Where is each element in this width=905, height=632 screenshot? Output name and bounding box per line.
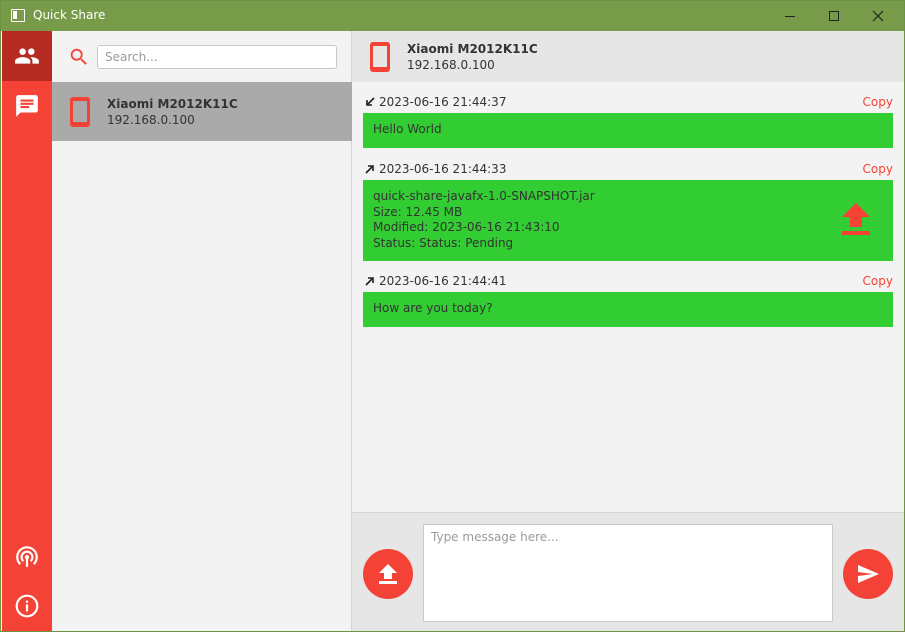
copy-link[interactable]: Copy (863, 274, 893, 288)
copy-link[interactable]: Copy (863, 95, 893, 109)
message-input[interactable] (423, 524, 833, 622)
message-composer (352, 512, 904, 631)
smartphone-icon (70, 97, 90, 127)
sidebar-item-messages[interactable] (2, 81, 52, 131)
minimize-icon (785, 15, 795, 17)
info-icon (15, 594, 39, 618)
search-icon[interactable] (68, 46, 90, 68)
maximize-icon (829, 11, 839, 21)
broadcast-icon (16, 546, 38, 567)
file-modified: Modified: 2023-06-16 21:43:10 (373, 220, 560, 234)
close-button[interactable] (855, 1, 901, 31)
search-input[interactable] (97, 45, 337, 69)
file-size: Size: 12.45 MB (373, 204, 463, 219)
device-name: Xiaomi M2012K11C (107, 97, 238, 111)
message-timestamp: 2023-06-16 21:44:37 (379, 95, 507, 109)
minimize-button[interactable] (767, 1, 813, 31)
sidebar-item-broadcast[interactable] (2, 531, 52, 581)
outgoing-arrow-icon (365, 165, 374, 174)
maximize-button[interactable] (811, 1, 857, 31)
close-icon (872, 10, 884, 22)
message-timestamp: 2023-06-16 21:44:41 (379, 274, 507, 288)
device-list-item[interactable]: Xiaomi M2012K11C 192.168.0.100 (52, 82, 352, 141)
message-meta: 2023-06-16 21:44:41 Copy (363, 274, 893, 290)
message-text: How are you today? (373, 301, 493, 315)
sidebar-item-about[interactable] (2, 581, 52, 631)
title-bar: Quick Share (1, 1, 904, 31)
people-icon (15, 48, 39, 64)
device-panel: Xiaomi M2012K11C 192.168.0.100 (52, 31, 352, 631)
copy-link[interactable]: Copy (863, 162, 893, 176)
file-status: Status: Status: Pending (373, 235, 514, 250)
upload-icon (379, 564, 397, 584)
chat-header: Xiaomi M2012K11C 192.168.0.100 (352, 31, 904, 82)
message-meta: 2023-06-16 21:44:37 Copy (363, 95, 893, 111)
chat-device-ip: 192.168.0.100 (407, 58, 495, 72)
window-title: Quick Share (33, 8, 106, 22)
message-timestamp: 2023-06-16 21:44:33 (379, 162, 507, 176)
send-button[interactable] (843, 549, 893, 599)
chat-icon (16, 95, 38, 117)
chat-panel: Xiaomi M2012K11C 192.168.0.100 2023-06-1… (352, 31, 904, 631)
send-icon (858, 565, 879, 583)
send-file-button[interactable] (363, 549, 413, 599)
app-icon (11, 9, 25, 22)
device-ip: 192.168.0.100 (107, 113, 195, 127)
outgoing-arrow-icon (365, 277, 374, 286)
app-window: Quick Share Xiaomi M2012K11C 192.168.0.1… (0, 0, 905, 632)
file-message-bubble: quick-share-javafx-1.0-SNAPSHOT.jar Size… (363, 180, 893, 261)
message-text: Hello World (373, 122, 442, 136)
smartphone-icon (370, 42, 390, 72)
sidebar-item-devices[interactable] (2, 31, 52, 81)
incoming-arrow-icon (366, 97, 375, 106)
message-bubble: Hello World (363, 113, 893, 148)
upload-icon[interactable] (841, 202, 871, 236)
message-bubble: How are you today? (363, 292, 893, 327)
file-name: quick-share-javafx-1.0-SNAPSHOT.jar (373, 189, 595, 203)
sidebar (2, 31, 52, 631)
chat-device-name: Xiaomi M2012K11C (407, 42, 538, 56)
message-meta: 2023-06-16 21:44:33 Copy (363, 162, 893, 178)
